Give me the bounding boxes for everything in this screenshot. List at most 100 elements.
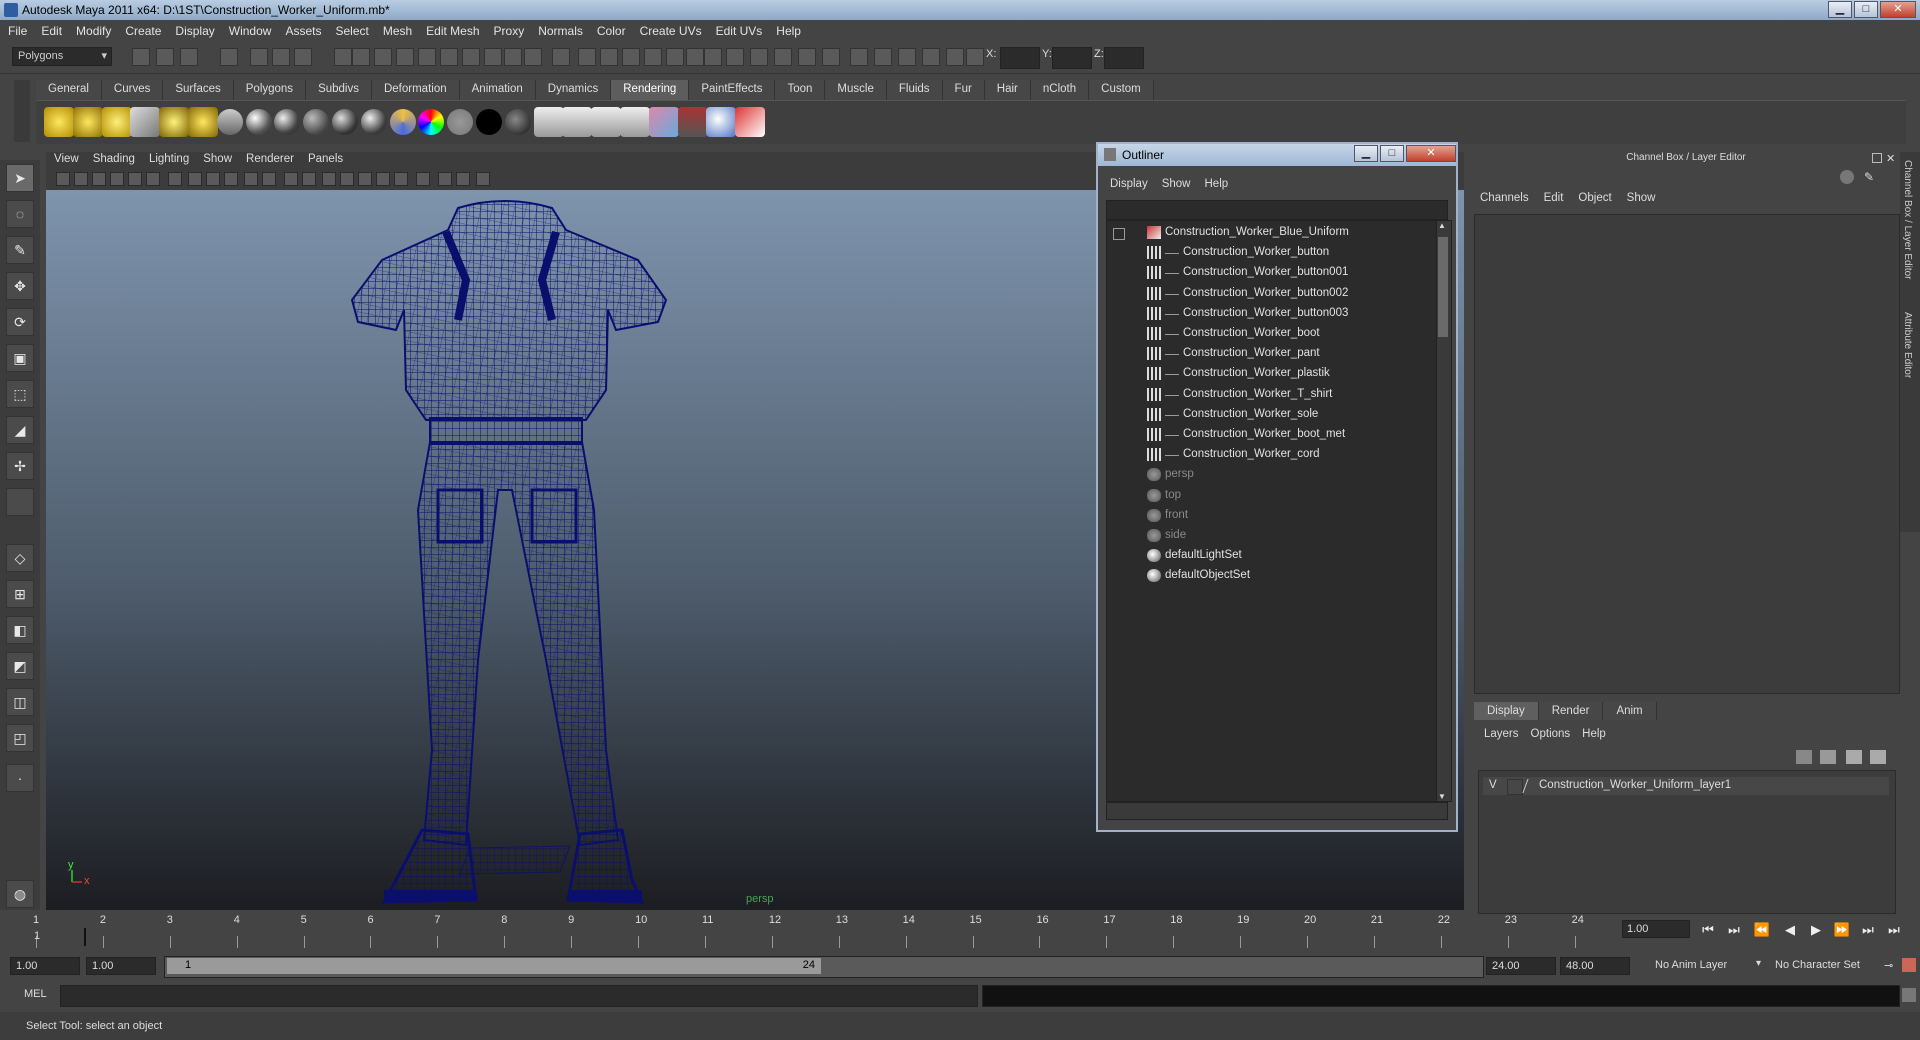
universal-manipulator-icon[interactable]: ⬚ [6, 380, 34, 408]
show-manipulator-icon[interactable]: ✢ [6, 452, 34, 480]
shelf-tab-animation[interactable]: Animation [459, 80, 536, 100]
x-input[interactable] [1000, 47, 1040, 69]
viewport-tool-9-icon[interactable] [206, 172, 220, 186]
shelf-tab-polygons[interactable]: Polygons [233, 80, 307, 100]
viewport-tool-8-icon[interactable] [188, 172, 202, 186]
range-slider[interactable]: 1 24 [164, 956, 1484, 978]
shelf-tab-muscle[interactable]: Muscle [825, 80, 887, 100]
step-back-key-icon[interactable]: ⏭ [1724, 921, 1744, 939]
status-tool-7-icon[interactable] [294, 48, 312, 66]
shelf-tab-toon[interactable]: Toon [775, 80, 826, 100]
rotate-tool-icon[interactable]: ⟳ [6, 308, 34, 336]
outliner-item[interactable]: Construction_Worker_cord [1107, 445, 1437, 465]
status-tool-11-icon[interactable] [396, 48, 414, 66]
blinn-material-icon[interactable] [245, 109, 272, 135]
channel-box-close-icon[interactable]: ✕ [1886, 152, 1895, 165]
status-tool-18-icon[interactable] [552, 48, 570, 66]
ambient-light-icon[interactable] [44, 107, 74, 137]
paint-brush-icon[interactable] [735, 107, 766, 137]
batch-render-icon[interactable] [620, 107, 650, 137]
status-tool-29-icon[interactable] [798, 48, 816, 66]
menu-create-uvs[interactable]: Create UVs [640, 24, 702, 38]
menu-display[interactable]: Display [175, 24, 214, 38]
status-tool-10-icon[interactable] [374, 48, 392, 66]
phong-material-icon[interactable] [274, 109, 301, 135]
single-perspective-layout-icon[interactable]: ◇ [6, 544, 34, 572]
persp-graph-layout-icon[interactable]: ◩ [6, 652, 34, 680]
render-layer-icon[interactable] [677, 107, 708, 137]
layer-menu-layers[interactable]: Layers [1484, 728, 1519, 740]
ipr-render-icon[interactable] [591, 107, 622, 137]
layout-options-icon[interactable]: · [6, 764, 34, 792]
status-tool-1-icon[interactable] [132, 48, 150, 66]
outliner-maximize-button[interactable]: □ [1380, 145, 1404, 162]
viewport-menu-lighting[interactable]: Lighting [149, 153, 189, 165]
menu-color[interactable]: Color [597, 24, 626, 38]
viewport-tool-6-icon[interactable] [146, 172, 160, 186]
key-icon[interactable]: ⊸ [1884, 959, 1893, 972]
outliner-item[interactable]: front [1107, 506, 1437, 526]
volume-light-icon[interactable] [188, 107, 218, 137]
status-tool-33-icon[interactable] [898, 48, 916, 66]
shelf-tab-custom[interactable]: Custom [1089, 80, 1154, 100]
viewport-menu-shading[interactable]: Shading [93, 153, 135, 165]
step-forward-frame-icon[interactable]: ⏩ [1832, 921, 1852, 939]
scale-tool-icon[interactable]: ▣ [6, 344, 34, 372]
outliner-item[interactable]: defaultObjectSet [1107, 566, 1437, 586]
layered-shader-icon[interactable] [504, 109, 531, 135]
current-time-field[interactable]: 1.00 [1622, 920, 1690, 938]
time-slider[interactable]: 1 2 3 4 5 6 7 8 9 10 11 12 13 14 15 16 17 18 19 20 21 22 23 24 1 [10, 914, 1622, 950]
shelf-tab-rendering[interactable]: Rendering [611, 80, 690, 100]
viewport-tool-23-icon[interactable] [476, 172, 490, 186]
anim-layer-dropdown[interactable]: No Anim Layer [1650, 957, 1750, 975]
shelf-tab-curves[interactable]: Curves [101, 80, 164, 100]
status-tool-15-icon[interactable] [484, 48, 502, 66]
viewport-tool-16-icon[interactable] [340, 172, 354, 186]
render-settings-icon[interactable] [216, 109, 243, 135]
outliner-item[interactable]: Construction_Worker_Blue_Uniform [1107, 223, 1437, 243]
status-tool-12-icon[interactable] [418, 48, 436, 66]
surface-shader-icon[interactable] [447, 109, 474, 135]
layer-tab-render[interactable]: Render [1538, 702, 1604, 720]
viewport-menu-panels[interactable]: Panels [308, 153, 343, 165]
viewport-tool-19-icon[interactable] [394, 172, 408, 186]
persp-graph-hypergraph-layout-icon[interactable]: ◰ [6, 724, 34, 752]
viewport-tool-18-icon[interactable] [376, 172, 390, 186]
menu-mesh[interactable]: Mesh [383, 24, 412, 38]
menu-set-dropdown[interactable]: Polygons ▾ [12, 47, 112, 66]
range-slider-handle[interactable]: 1 24 [167, 958, 821, 974]
end-time-field[interactable]: 48.00 [1560, 957, 1630, 975]
shelf-tab-subdivs[interactable]: Subdivs [306, 80, 372, 100]
menu-edit-mesh[interactable]: Edit Mesh [426, 24, 479, 38]
viewport-tool-1-icon[interactable] [56, 172, 70, 186]
outliner-item[interactable]: Construction_Worker_button [1107, 243, 1437, 263]
minimize-button[interactable]: ▁ [1828, 1, 1852, 18]
outliner-horizontal-scrollbar[interactable] [1106, 802, 1448, 820]
channel-box-menu-channels[interactable]: Channels [1480, 192, 1529, 204]
viewport-menu-renderer[interactable]: Renderer [246, 153, 294, 165]
outliner-item[interactable]: Construction_Worker_button001 [1107, 263, 1437, 283]
channel-box-menu-edit[interactable]: Edit [1544, 192, 1564, 204]
new-layer-selected-icon[interactable] [1820, 750, 1836, 764]
step-forward-key-icon[interactable]: ⏭ [1858, 921, 1878, 939]
outliner-item[interactable]: persp [1107, 465, 1437, 485]
shelf-tab-dynamics[interactable]: Dynamics [535, 80, 612, 100]
menu-edit[interactable]: Edit [41, 24, 62, 38]
status-tool-2-icon[interactable] [156, 48, 174, 66]
status-tool-6-icon[interactable] [272, 48, 290, 66]
outliner-item[interactable]: defaultLightSet [1107, 546, 1437, 566]
viewport-tool-17-icon[interactable] [358, 172, 372, 186]
channel-box-menu-show[interactable]: Show [1627, 192, 1656, 204]
shelf-tab-fur[interactable]: Fur [942, 80, 985, 100]
collapse-toggle-icon[interactable] [1113, 228, 1125, 240]
menu-file[interactable]: File [8, 24, 27, 38]
status-tool-21-icon[interactable] [622, 48, 640, 66]
viewport-menu-show[interactable]: Show [203, 153, 232, 165]
render-current-icon[interactable] [562, 107, 593, 137]
step-back-frame-icon[interactable]: ⏪ [1752, 921, 1772, 939]
shelf-side-controls[interactable] [14, 80, 30, 142]
point-light-icon[interactable] [101, 107, 132, 137]
menu-help[interactable]: Help [776, 24, 801, 38]
uniform-wireframe-model[interactable] [350, 200, 668, 904]
go-to-start-icon[interactable]: ⏮ [1698, 921, 1718, 939]
